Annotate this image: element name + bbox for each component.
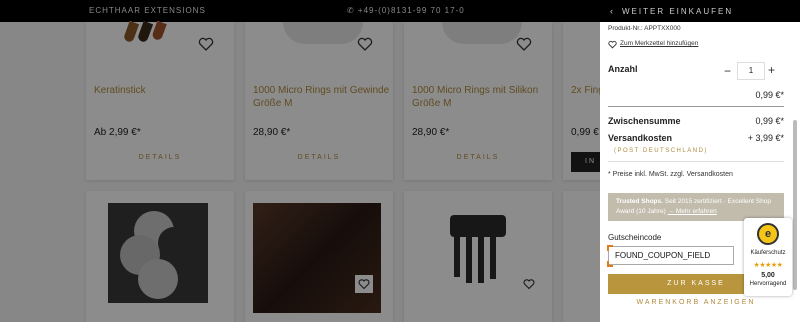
add-to-wishlist-link[interactable]: Zum Merkzettel hinzufügen (620, 40, 698, 47)
rating-score: 5,00 (761, 272, 775, 279)
panel-header: ‹ WEITER EINKAUFEN (600, 0, 800, 22)
learn-more-link[interactable]: → Mehr erfahren (668, 208, 717, 215)
subtotal-label: Zwischensumme (608, 116, 681, 126)
divider (608, 161, 784, 162)
focus-marker (607, 245, 613, 251)
divider (608, 106, 784, 107)
focus-marker (607, 261, 613, 267)
trust-badge[interactable]: e Käuferschutz ★★★★★ 5,00 Hervorragend (744, 218, 792, 296)
product-number: Produkt-Nr.: APPTXX000 (608, 25, 681, 32)
coupon-code-input[interactable]: FOUND_COUPON_FIELD (608, 246, 734, 265)
coupon-label: Gutscheincode (608, 233, 662, 242)
quantity-label: Anzahl (608, 64, 638, 74)
shipping-region: (POST DEUTSCHLAND) (614, 148, 708, 154)
trusted-shops-seal-icon: e (757, 223, 779, 245)
shipping-value: + 3,99 €* (747, 133, 784, 143)
badge-title: Käuferschutz (750, 250, 786, 256)
rating-verdict: Hervorragend (749, 281, 787, 287)
heart-icon[interactable] (608, 40, 617, 49)
quantity-decrease-button[interactable]: − (724, 64, 731, 78)
subtotal-value: 0,99 €* (755, 116, 784, 126)
shipping-label: Versandkosten (608, 133, 673, 143)
rating-stars: ★★★★★ (753, 262, 783, 269)
line-item-price: 0,99 €* (755, 90, 784, 100)
quantity-increase-button[interactable]: + (768, 63, 775, 77)
quantity-input[interactable]: 1 (737, 62, 765, 80)
trusted-shops-banner: Trusted Shops. Seit 2015 zertifiziert · … (608, 193, 784, 221)
continue-shopping-link[interactable]: WEITER EINKAUFEN (622, 7, 733, 16)
brand-name[interactable]: ECHTHAAR EXTENSIONS (89, 6, 206, 15)
chevron-left-icon[interactable]: ‹ (610, 6, 613, 16)
phone-number[interactable]: ✆ +49-(0)8131-99 70 17-0 (347, 6, 465, 15)
vat-note: * Preise inkl. MwSt. zzgl. Versandkosten (608, 171, 733, 178)
scrollbar-thumb[interactable] (793, 120, 797, 290)
trusted-shops-brand: Trusted Shops. (616, 198, 663, 205)
view-cart-link[interactable]: WARENKORB ANZEIGEN (608, 299, 784, 306)
page-overlay[interactable] (0, 22, 600, 322)
